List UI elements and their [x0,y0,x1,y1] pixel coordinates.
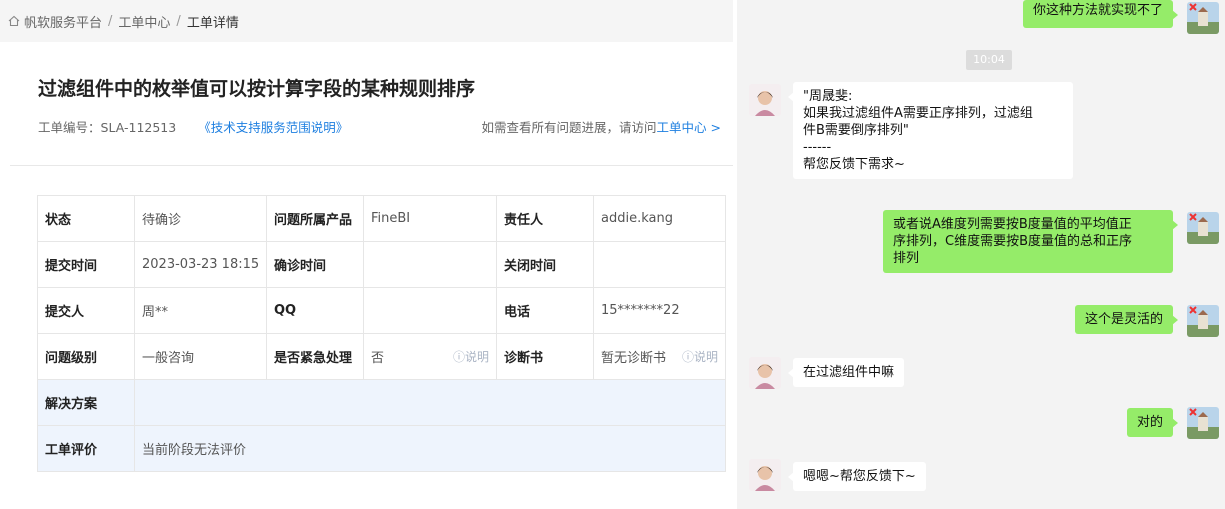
level-value: 一般咨询 [134,333,267,380]
chat-message-contact: "周晟斐: 如果我过滤组件A需要正序排列，过滤组 件B需要倒序排列" -----… [788,82,1073,179]
owner-label: 责任人 [496,195,594,242]
ticket-info-table: 状态 待确诊 问题所属产品 FineBI 责任人 addie.kang 提交时间… [37,195,726,472]
ticket-number: SLA-112513 [100,120,177,135]
submit-time-label: 提交时间 [37,241,135,288]
product-label: 问题所属产品 [266,195,364,242]
diagnosis-explain-link[interactable]: ⓘ说明 [682,348,718,365]
breadcrumb-separator: / [176,13,181,29]
breadcrumb-separator: / [108,13,113,29]
confirm-time-value [363,241,497,288]
level-label: 问题级别 [37,333,135,380]
my-avatar[interactable] [1187,212,1219,244]
chat-panel: 你这种方法就实现不了 10:04 "周晟斐: 如果我过滤组件A需要正序排列，过滤… [737,0,1225,509]
close-time-label: 关闭时间 [496,241,594,288]
ticket-title: 过滤组件中的枚举值可以按计算字段的某种规则排序 [38,78,476,100]
product-value: FineBI [363,195,497,242]
ticket-detail-panel: 帆软服务平台 / 工单中心 / 工单详情 过滤组件中的枚举值可以按计算字段的某种… [0,0,737,509]
urgent-cell: 否 ⓘ说明 [363,333,497,380]
my-avatar[interactable] [1187,2,1219,34]
breadcrumb: 帆软服务平台 / 工单中心 / 工单详情 [0,0,733,42]
chat-message-me: 对的 [1126,408,1179,437]
contact-avatar[interactable] [749,84,781,116]
chat-message-me: 你这种方法就实现不了 [1022,0,1179,28]
home-icon[interactable] [8,15,20,27]
status-label: 状态 [37,195,135,242]
table-row: 提交时间 2023-03-23 18:15 确诊时间 关闭时间 [37,241,726,288]
divider [10,165,733,166]
breadcrumb-ticket-center-link[interactable]: 工单中心 [118,12,170,31]
contact-avatar[interactable] [749,459,781,491]
solution-label: 解决方案 [37,379,135,426]
urgent-explain-link[interactable]: ⓘ说明 [453,348,489,365]
ticket-center-hint-text: 如需查看所有问题进展，请访问 [481,120,657,135]
my-avatar[interactable] [1187,407,1219,439]
submitter-value: 周** [134,287,267,334]
diagnosis-label: 诊断书 [496,333,594,380]
ticket-center-hint: 如需查看所有问题进展，请访问工单中心 > [482,117,721,136]
table-row: 状态 待确诊 问题所属产品 FineBI 责任人 addie.kang [37,195,726,242]
table-row: 工单评价 当前阶段无法评价 [37,425,726,472]
rating-value: 当前阶段无法评价 [134,425,726,472]
breadcrumb-home-link[interactable]: 帆软服务平台 [24,12,102,31]
solution-value [134,379,726,426]
ticket-number-label: 工单编号： [38,120,101,135]
urgent-label: 是否紧急处理 [266,333,364,380]
phone-label: 电话 [496,287,594,334]
table-row: 问题级别 一般咨询 是否紧急处理 否 ⓘ说明 诊断书 暂无诊断书 ⓘ说明 [37,333,726,380]
diagnosis-value: 暂无诊断书 [601,351,667,366]
confirm-time-label: 确诊时间 [266,241,364,288]
ticket-center-link[interactable]: 工单中心 > [657,120,721,135]
chat-message-me: 或者说A维度列需要按B度量值的平均值正 序排列，C维度需要按B度量值的总和正序 … [883,210,1178,273]
submitter-label: 提交人 [37,287,135,334]
ticket-meta: 工单编号：SLA-112513 《技术支持服务范围说明》 [38,117,348,136]
table-row: 解决方案 [37,379,726,426]
qq-label: QQ [266,287,364,334]
status-value: 待确诊 [134,195,267,242]
breadcrumb-current: 工单详情 [186,15,239,31]
chat-message-me: 这个是灵活的 [1074,305,1179,334]
owner-value: addie.kang [593,195,726,242]
qq-value [363,287,497,334]
table-row: 提交人 周** QQ 电话 15*******22 [37,287,726,334]
chat-message-contact: 在过滤组件中嘛 [787,358,905,387]
rating-label: 工单评价 [37,425,135,472]
my-avatar[interactable] [1187,305,1219,337]
chat-timestamp: 10:04 [966,50,1012,70]
submit-time-value: 2023-03-23 18:15 [134,241,267,288]
urgent-value: 否 [371,351,385,366]
close-time-value [593,241,726,288]
service-scope-link[interactable]: 《技术支持服务范围说明》 [198,120,348,135]
chat-message-contact: 嗯嗯~帮您反馈下~ [788,462,926,491]
diagnosis-cell: 暂无诊断书 ⓘ说明 [593,333,726,380]
contact-avatar[interactable] [749,357,781,389]
phone-value: 15*******22 [593,287,726,334]
